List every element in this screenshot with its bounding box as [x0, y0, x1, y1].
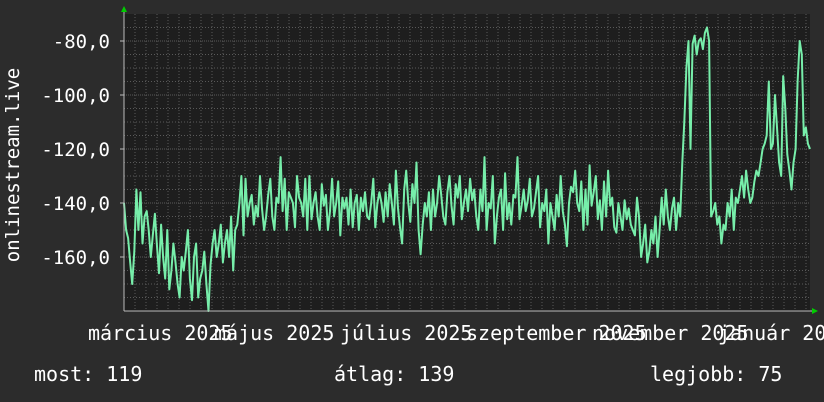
current-stat: most: 119: [34, 362, 143, 386]
y-tick-label: -120,0: [41, 139, 110, 161]
y-axis-label: onlinestream.live: [2, 68, 24, 262]
y-tick-label: -140,0: [41, 193, 110, 215]
y-tick-label: -160,0: [41, 247, 110, 269]
x-tick-label: március 2025: [88, 321, 233, 345]
x-tick-label: január 2026: [718, 321, 824, 345]
line-chart: -80,0 -100,0 -120,0 -140,0 -160,0 március 20…: [2, 6, 824, 345]
y-axis-arrow: [121, 6, 127, 12]
x-tick-label: május 2025: [214, 321, 334, 345]
y-tick-label: -80,0: [53, 31, 110, 53]
y-tick-label: -100,0: [41, 85, 110, 107]
y-axis-ticks: -80,0 -100,0 -120,0 -140,0 -160,0: [41, 31, 124, 269]
x-tick-label: július 2025: [340, 321, 472, 345]
x-axis-arrow: [812, 308, 818, 314]
average-stat: átlag: 139: [334, 362, 455, 386]
x-axis-ticks: március 2025május 2025 július 2025szeptem…: [88, 321, 824, 345]
best-stat: legjobb: 75: [650, 362, 783, 386]
